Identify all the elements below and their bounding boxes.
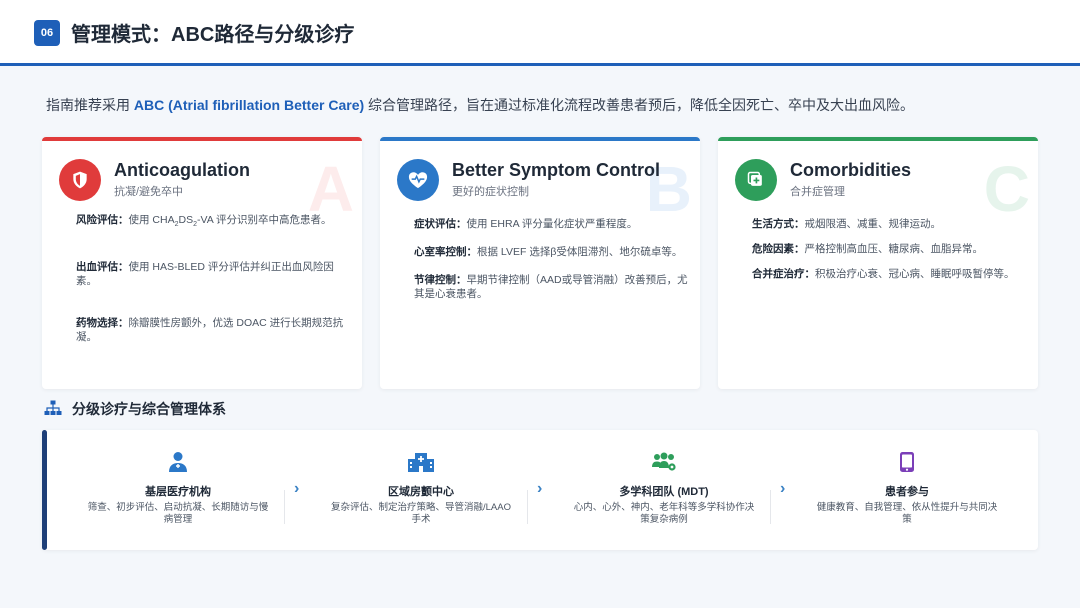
step-divider [527, 490, 528, 524]
step-description: 心内、心外、神内、老年科等多学科协作决策复杂病例 [573, 502, 755, 525]
sitemap-icon [44, 400, 62, 416]
chevron-right-icon: › [780, 480, 786, 497]
step-title: 基层医疗机构 [145, 486, 211, 498]
card-item: 出血评估：使用 HAS-BLED 评分评估并纠正出血风险因素。 [76, 261, 334, 288]
card-item: 药物选择：除瓣膜性房颤外，优选 DOAC 进行长期规范抗凝。 [76, 317, 344, 344]
card-item: 心室率控制：根据 LVEF 选择β受体阻滞剂、地尔硫卓等。 [414, 246, 683, 258]
card-item: 风险评估：使用 CHA2DS2-VA 评分识别卒中高危患者。 [76, 214, 332, 229]
chevron-right-icon: › [537, 480, 543, 497]
doctor-icon [165, 450, 191, 474]
step-divider [284, 490, 285, 524]
section-number-badge: 06 [34, 20, 60, 46]
page-title: 管理模式：ABC路径与分级诊疗 [71, 24, 355, 46]
card-top-bar [380, 137, 700, 141]
step-description: 复杂评估、制定治疗策略、导管消融/LAAO手术 [331, 502, 511, 525]
header-bar: 06 管理模式：ABC路径与分级诊疗 [0, 0, 1080, 66]
intro-text: 指南推荐采用 ABC (Atrial fibrillation Better C… [46, 95, 914, 115]
flow-left-bar [42, 430, 47, 550]
step-divider [770, 490, 771, 524]
step-regional-center: 区域房颤中心 复杂评估、制定治疗策略、导管消融/LAAO手术 [311, 430, 531, 550]
card-symptom-control: B Better Symptom Control 更好的症状控制 症状评估：使用… [380, 137, 700, 389]
mobile-icon [894, 450, 920, 474]
section-title: 分级诊疗与综合管理体系 [72, 401, 226, 417]
card-subtitle: 抗凝/避免卒中 [114, 186, 184, 198]
card-item: 症状评估：使用 EHRA 评分量化症状严重程度。 [414, 218, 638, 230]
hospital-icon [408, 450, 434, 474]
step-title: 多学科团队 (MDT) [619, 486, 709, 498]
team-icon [651, 450, 677, 474]
step-description: 筛查、初步评估、启动抗凝、长期随访与慢病管理 [87, 502, 269, 525]
care-system-flow: 基层医疗机构 筛查、初步评估、启动抗凝、长期随访与慢病管理 › 区域房颤中心 复… [42, 430, 1038, 550]
card-subtitle: 更好的症状控制 [452, 186, 529, 198]
step-patient-engagement: 患者参与 健康教育、自我管理、依从性提升与共同决策 [797, 430, 1017, 550]
card-item: 节律控制：早期节律控制（AAD或导管消融）改善预后，尤其是心衰患者。 [414, 274, 688, 300]
intro-highlight: ABC (Atrial fibrillation Better Care) [133, 97, 365, 113]
heart-pulse-icon [397, 159, 439, 201]
card-comorbidities: C Comorbidities 合并症管理 生活方式：戒烟限酒、减重、规律运动。… [718, 137, 1038, 389]
card-top-bar [718, 137, 1038, 141]
card-top-bar [42, 137, 362, 141]
step-primary-care: 基层医疗机构 筛查、初步评估、启动抗凝、长期随访与慢病管理 [68, 430, 288, 550]
card-item: 合并症治疗：积极治疗心衰、冠心病、睡眠呼吸暂停等。 [752, 268, 1015, 280]
step-description: 健康教育、自我管理、依从性提升与共同决策 [816, 502, 998, 525]
step-title: 区域房颤中心 [388, 486, 454, 498]
card-subtitle: 合并症管理 [790, 186, 845, 198]
chevron-right-icon: › [294, 480, 300, 497]
card-title: Better Symptom Control [452, 160, 661, 180]
card-title: Anticoagulation [114, 160, 250, 180]
intro-suffix: 综合管理路径，旨在通过标准化流程改善患者预后，降低全因死亡、卒中及大出血风险。 [364, 97, 915, 113]
intro-prefix: 指南推荐采用 [46, 97, 134, 113]
card-item: 生活方式：戒烟限酒、减重、规律运动。 [752, 218, 941, 230]
step-title: 患者参与 [885, 486, 929, 498]
card-item: 危险因素：严格控制高血压、糖尿病、血脂异常。 [752, 243, 983, 255]
card-title: Comorbidities [790, 160, 912, 180]
medical-plus-icon [735, 159, 777, 201]
step-mdt: 多学科团队 (MDT) 心内、心外、神内、老年科等多学科协作决策复杂病例 [554, 430, 774, 550]
card-anticoagulation: A Anticoagulation 抗凝/避免卒中 风险评估：使用 CHA2DS… [42, 137, 362, 389]
shield-icon [59, 159, 101, 201]
